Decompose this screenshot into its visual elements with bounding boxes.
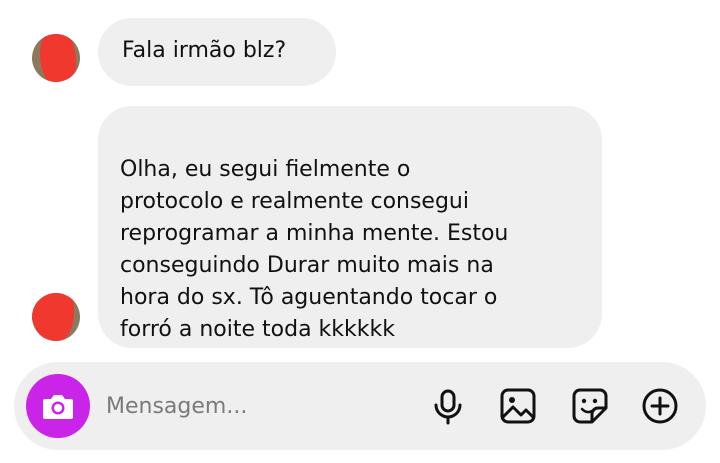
microphone-button[interactable] <box>428 386 468 426</box>
chat-screen: Fala irmão blz? Olha, eu segui fielmente… <box>0 0 720 463</box>
message-input[interactable] <box>106 388 356 424</box>
microphone-icon <box>434 389 462 425</box>
plus-icon <box>642 388 678 424</box>
contact-avatar[interactable] <box>32 293 80 341</box>
camera-button[interactable] <box>26 374 90 438</box>
message-bubble[interactable]: Fala irmão blz? <box>98 18 336 86</box>
gallery-button[interactable] <box>498 386 538 426</box>
message-text: Fala irmão blz? <box>122 38 287 63</box>
more-options-button[interactable] <box>640 386 680 426</box>
message-bubble[interactable]: Olha, eu segui fielmente o protocolo e r… <box>98 106 602 348</box>
camera-icon <box>43 395 73 419</box>
sticker-button[interactable] <box>570 386 610 426</box>
message-text: Olha, eu segui fielmente o protocolo e r… <box>120 157 509 342</box>
contact-avatar[interactable] <box>32 34 80 82</box>
redaction-mark <box>40 34 76 82</box>
sticker-icon <box>572 388 608 424</box>
redaction-mark <box>32 293 74 341</box>
message-composer <box>14 362 706 450</box>
gallery-icon <box>500 388 536 424</box>
